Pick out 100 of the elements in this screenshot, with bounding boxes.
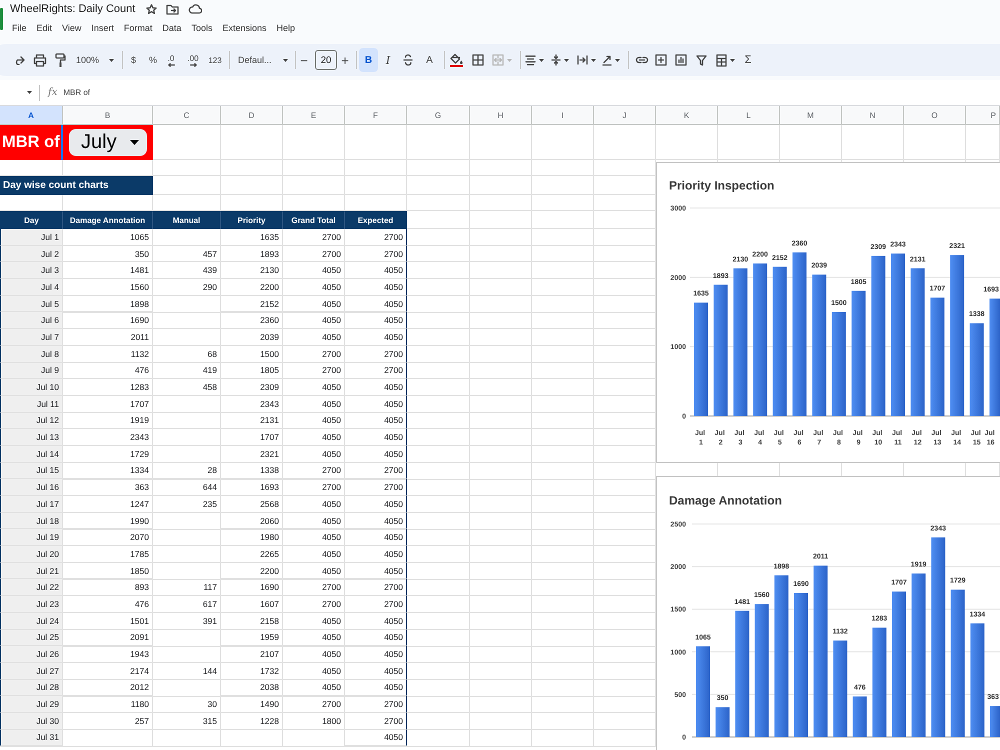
table-cell: 4050 (345, 296, 407, 312)
column-letter[interactable]: E (283, 106, 345, 125)
table-cell: 2158 (221, 612, 283, 630)
column-letter[interactable]: M (780, 106, 842, 125)
table-cell: 1247 (63, 496, 153, 513)
folder-icon[interactable] (166, 4, 180, 14)
cloud-icon[interactable] (188, 4, 202, 14)
filter-icon[interactable] (696, 54, 707, 66)
column-letter[interactable]: D (221, 106, 283, 125)
increase-size-button[interactable]: + (340, 48, 350, 72)
increase-decimal-button[interactable]: .00 (185, 48, 201, 72)
print-icon[interactable] (33, 54, 47, 66)
function-label: fx (48, 87, 58, 98)
right-arrow-icon[interactable] (190, 62, 196, 66)
column-letter[interactable]: B (63, 106, 153, 125)
grid-icon[interactable] (472, 54, 484, 66)
caret-icon[interactable] (109, 58, 114, 62)
caret-icon[interactable] (564, 58, 569, 62)
table-cell: 2568 (221, 496, 283, 513)
menu-item[interactable]: Tools (191, 23, 212, 33)
table-cell: 1065 (63, 229, 153, 246)
link-icon[interactable] (635, 56, 649, 64)
menu-item[interactable]: Extensions (222, 23, 266, 33)
table-cell: 4050 (283, 396, 345, 413)
table-cell: 4050 (345, 279, 407, 296)
table-cell: 1635 (221, 229, 283, 246)
table-cell: Jul 6 (0, 312, 63, 330)
menu-item[interactable]: File (12, 23, 27, 33)
table-cell: Jul 11 (0, 396, 63, 413)
left-arrow-icon[interactable] (168, 62, 174, 66)
diagonal-arrow-icon[interactable] (602, 54, 612, 66)
table-cell: 4050 (283, 262, 345, 280)
vertical-align-icon[interactable] (551, 54, 561, 66)
table-cell: Jul 31 (0, 730, 63, 746)
decrease-decimal-button[interactable]: .0 (163, 48, 179, 72)
column-letter[interactable]: L (718, 106, 780, 125)
menu-item[interactable]: Format (124, 23, 152, 33)
menu-item[interactable]: Data (162, 23, 182, 33)
plus-box-icon[interactable] (655, 54, 667, 66)
caret-icon[interactable] (615, 58, 620, 62)
table-cell: 28 (153, 462, 221, 480)
caret-icon[interactable] (590, 58, 596, 62)
menu-item[interactable]: View (62, 23, 82, 33)
table-cell: 4050 (283, 296, 345, 312)
column-letter[interactable]: C (153, 106, 221, 125)
column-letter[interactable]: A (0, 106, 63, 125)
table-cell: Jul 1 (0, 229, 63, 246)
table-cell: Jul 16 (0, 479, 63, 496)
decrease-size-button[interactable]: − (299, 48, 309, 72)
chart-icon[interactable] (675, 54, 687, 66)
table-cell: 4050 (283, 612, 345, 630)
table-icon[interactable] (716, 54, 726, 66)
column-letter[interactable]: P (966, 106, 1000, 125)
bar (716, 707, 730, 737)
text-wrap-icon[interactable] (576, 55, 588, 65)
paint-bucket-icon[interactable] (450, 53, 463, 67)
column-letter[interactable]: K (656, 106, 718, 125)
redo-icon[interactable] (13, 56, 25, 64)
paint-roller-icon[interactable] (55, 53, 66, 67)
number-format-button[interactable]: 123 (207, 48, 223, 72)
table-cell: Jul 30 (0, 712, 63, 730)
italic-button[interactable]: I (383, 48, 393, 72)
merge-cells-icon[interactable] (492, 54, 504, 66)
month-dropdown[interactable]: July (69, 129, 147, 156)
caret-icon[interactable] (730, 58, 734, 62)
table-cell: 235 (153, 496, 221, 513)
column-letter[interactable]: G (407, 106, 470, 125)
column-letter[interactable]: H (470, 106, 532, 125)
bold-button[interactable]: B (359, 48, 378, 72)
column-letter[interactable]: I (532, 106, 594, 125)
strikethrough-icon[interactable] (403, 54, 413, 66)
text-color-button[interactable]: A (424, 48, 435, 72)
caret-icon[interactable] (130, 140, 139, 145)
formula-field[interactable]: MBR of (63, 82, 1000, 102)
zoom-dropdown[interactable]: 100% (76, 48, 114, 72)
column-letter[interactable]: O (904, 106, 966, 125)
column-letter[interactable]: N (842, 106, 904, 125)
column-letter[interactable]: F (345, 106, 407, 125)
align-center-icon[interactable] (524, 54, 536, 66)
font-dropdown[interactable]: Defaul... (238, 48, 288, 72)
caret-icon[interactable] (283, 58, 288, 62)
currency-button[interactable]: $ (128, 48, 139, 72)
table-cell: Jul 9 (0, 362, 63, 380)
star-icon[interactable] (146, 4, 158, 14)
table-cell: 1805 (221, 362, 283, 380)
caret-icon[interactable] (538, 58, 544, 62)
table-cell: 2700 (283, 696, 345, 713)
menu-item[interactable]: Help (276, 23, 295, 33)
caret-icon[interactable] (27, 91, 32, 94)
percent-button[interactable]: % (147, 48, 159, 72)
column-letter[interactable]: J (594, 106, 656, 125)
table-cell: Jul 10 (0, 379, 63, 396)
menu-item[interactable]: Insert (91, 23, 114, 33)
table-cell: 4050 (345, 446, 407, 463)
table-cell: 4050 (283, 329, 345, 346)
document-title[interactable]: WheelRights: Daily Count (10, 3, 136, 15)
menu-item[interactable]: Edit (36, 23, 52, 33)
table-cell: 290 (153, 279, 221, 296)
functions-button[interactable]: Σ (743, 48, 753, 72)
font-size-field[interactable]: 20 (315, 50, 337, 70)
